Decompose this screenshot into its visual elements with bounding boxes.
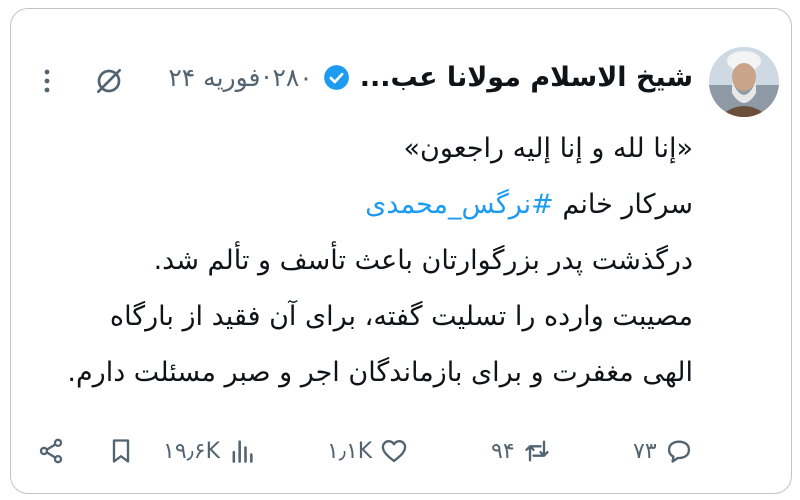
views-count: ۱۹٫۶K [163, 438, 221, 464]
tweet-line-2: سرکار خانم #نرگس_محمدی [13, 177, 693, 233]
action-bar: ۱۹٫۶K ۱٫۱K ۹۴ ۷۳ [37, 431, 690, 471]
bookmark-button[interactable] [107, 431, 135, 471]
tweet-text: «إنا لله و إنا إليه راجعون» سرکار خانم #… [13, 121, 693, 401]
author-name[interactable]: شیخ الاسلام مولانا عب... [360, 62, 693, 93]
hashtag-link[interactable]: #نرگس_محمدی [365, 189, 554, 220]
tweet-line-3: درگذشت پدر بزرگوارتان باعث تأسف و تألم ش… [153, 245, 693, 276]
header-separator: · [262, 62, 271, 92]
tweet-line-1: «إنا لله و إنا إليه راجعون» [403, 133, 694, 164]
bookmark-icon [112, 439, 130, 463]
grok-icon[interactable] [93, 65, 125, 97]
tweet-line-4: مصیبت وارده را تسلیت گفته، برای آن فقید … [109, 301, 693, 332]
more-icon[interactable] [37, 65, 57, 97]
avatar-image [709, 47, 779, 117]
views-button[interactable]: ۱۹٫۶K [163, 431, 256, 471]
avatar[interactable] [709, 47, 779, 117]
repost-icon [524, 440, 549, 462]
share-icon [39, 438, 63, 464]
replies-count: ۷۳ [633, 438, 657, 464]
verified-badge-icon [323, 64, 349, 90]
reposts-count: ۹۴ [491, 438, 515, 464]
tweet-card[interactable]: شیخ الاسلام مولانا عب... ۲۸۰ · فوریه ۲۴ … [10, 8, 792, 494]
post-date[interactable]: فوریه ۲۴ [168, 63, 260, 92]
like-button[interactable]: ۱٫۱K [327, 431, 408, 471]
reply-button[interactable]: ۷۳ [633, 431, 693, 471]
views-icon [232, 440, 253, 463]
tweet-header: شیخ الاسلام مولانا عب... ۲۸۰ · فوریه ۲۴ [168, 56, 693, 98]
tweet-line-5: الهی مغفرت و برای بازماندگان اجر و صبر م… [67, 357, 693, 388]
share-button[interactable] [37, 431, 65, 471]
reply-icon [667, 440, 690, 463]
repost-button[interactable]: ۹۴ [491, 431, 551, 471]
heart-icon [381, 440, 407, 463]
tweet-line-2-prefix: سرکار خانم [553, 189, 693, 220]
likes-count: ۱٫۱K [327, 438, 373, 464]
author-handle[interactable]: ۲۸۰ [272, 63, 312, 92]
